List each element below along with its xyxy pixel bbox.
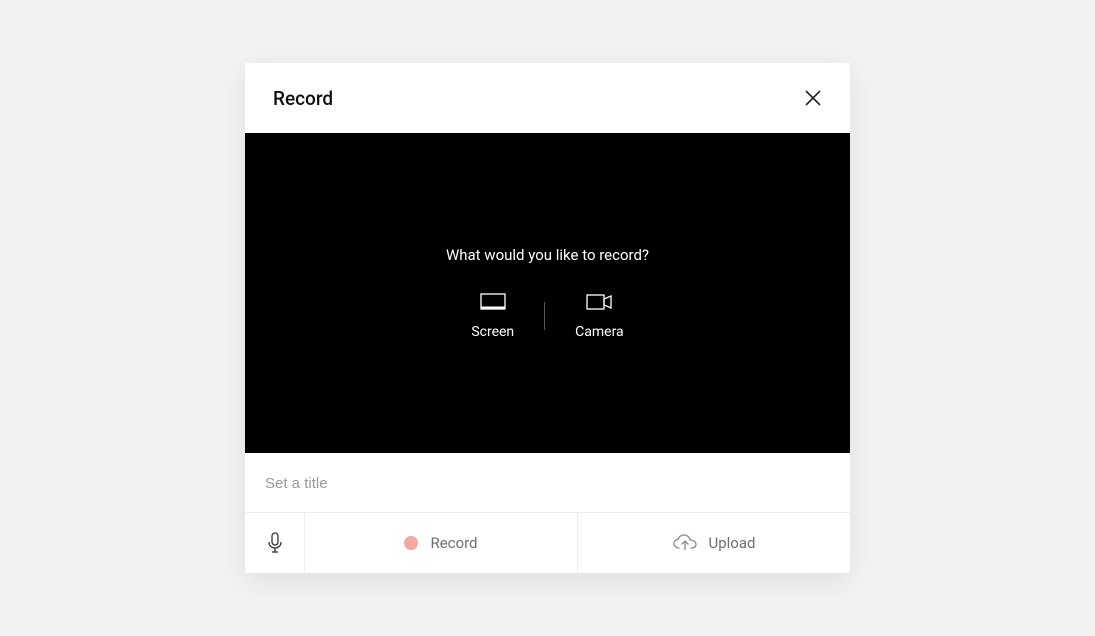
modal-footer: Record Upload <box>245 513 850 573</box>
preview-question: What would you like to record? <box>446 246 649 264</box>
upload-button-label: Upload <box>709 534 756 552</box>
camera-icon <box>586 292 612 312</box>
screen-icon <box>480 292 506 312</box>
modal-header: Record <box>245 63 850 133</box>
option-screen[interactable]: Screen <box>441 292 544 340</box>
upload-button[interactable]: Upload <box>578 513 850 573</box>
record-button-label: Record <box>430 534 477 552</box>
record-modal: Record What would you like to record? Sc… <box>245 63 850 573</box>
record-options: Screen Camera <box>441 292 653 340</box>
close-button[interactable] <box>804 89 822 107</box>
option-camera[interactable]: Camera <box>545 292 654 340</box>
record-button[interactable]: Record <box>305 513 578 573</box>
close-icon <box>804 89 822 107</box>
title-row <box>245 453 850 513</box>
option-camera-label: Camera <box>575 324 624 340</box>
preview-area: What would you like to record? Screen <box>245 133 850 453</box>
option-screen-label: Screen <box>471 324 514 340</box>
cloud-upload-icon <box>673 534 697 552</box>
modal-title: Record <box>273 87 333 110</box>
record-dot-icon <box>404 536 418 550</box>
microphone-icon <box>267 532 283 554</box>
title-input[interactable] <box>265 475 830 492</box>
microphone-button[interactable] <box>245 513 305 573</box>
